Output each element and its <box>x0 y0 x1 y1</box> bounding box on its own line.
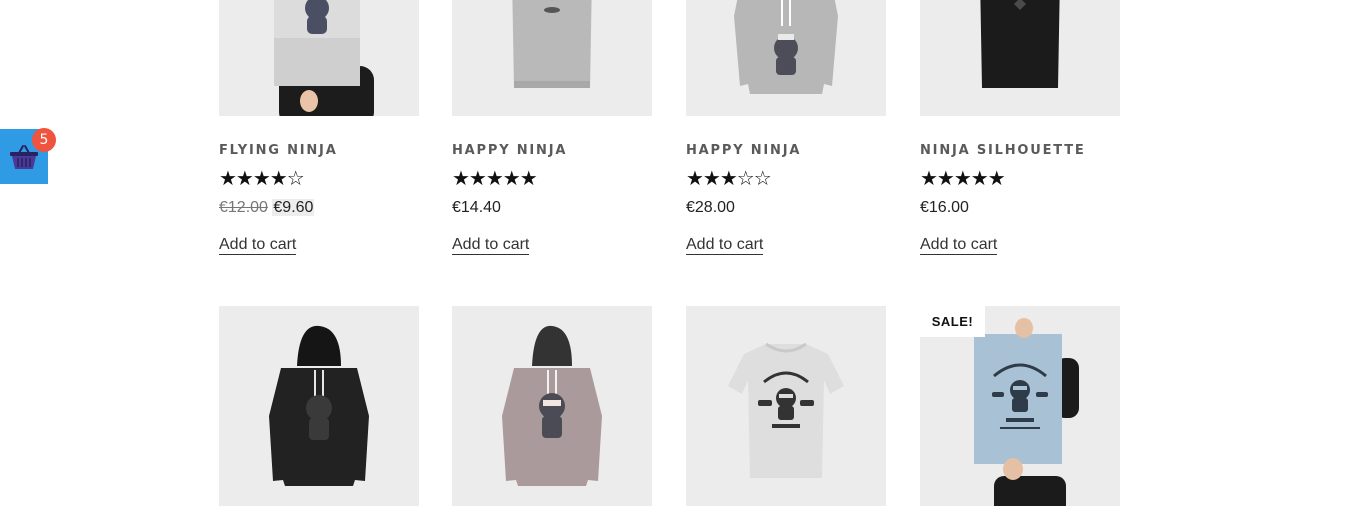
add-to-cart-button[interactable]: Add to cart <box>452 235 530 255</box>
product-image[interactable] <box>219 0 419 116</box>
add-to-cart-button[interactable]: Add to cart <box>686 235 764 255</box>
product-title[interactable]: HAPPY NINJA <box>686 143 801 158</box>
sale-badge: SALE! <box>920 306 985 337</box>
star-rating: ★★★☆☆ <box>686 166 772 190</box>
product-title[interactable]: HAPPY NINJA <box>452 143 567 158</box>
product-title[interactable]: FLYING NINJA <box>219 143 338 158</box>
white-tshirt-image <box>686 306 886 506</box>
product-image[interactable] <box>686 0 886 116</box>
black-tshirt-image <box>920 0 1120 116</box>
black-hoodie-image <box>219 306 419 506</box>
product-price: €12.00 €9.60 <box>219 199 315 217</box>
product-image[interactable] <box>452 306 652 506</box>
old-price: €12.00 <box>219 199 268 216</box>
product-price: €16.00 <box>920 199 969 216</box>
product-image[interactable]: SALE! <box>920 306 1120 506</box>
pink-hoodie-image <box>452 306 652 506</box>
product-price: €14.40 <box>452 199 501 216</box>
product-image[interactable] <box>452 0 652 116</box>
add-to-cart-button[interactable]: Add to cart <box>219 235 297 255</box>
poster-held-image <box>219 0 419 116</box>
product-price: €28.00 <box>686 199 735 216</box>
grey-hoodie-image <box>686 0 886 116</box>
product-image[interactable] <box>219 306 419 506</box>
star-rating: ★★★★☆ <box>219 166 305 190</box>
star-rating: ★★★★★ <box>920 166 1006 190</box>
product-title[interactable]: NINJA SILHOUETTE <box>920 143 1086 158</box>
add-to-cart-button[interactable]: Add to cart <box>920 235 998 255</box>
cart-count-badge: 5 <box>32 128 56 152</box>
shop-page: 5 FLYING NINJA ★★★★☆ €12.00 €9.60 Add to… <box>0 0 1345 526</box>
sale-price: €9.60 <box>272 199 315 216</box>
star-rating: ★★★★★ <box>452 166 538 190</box>
product-image[interactable] <box>686 306 886 506</box>
product-image[interactable] <box>920 0 1120 116</box>
grey-tshirt-image <box>452 0 652 116</box>
